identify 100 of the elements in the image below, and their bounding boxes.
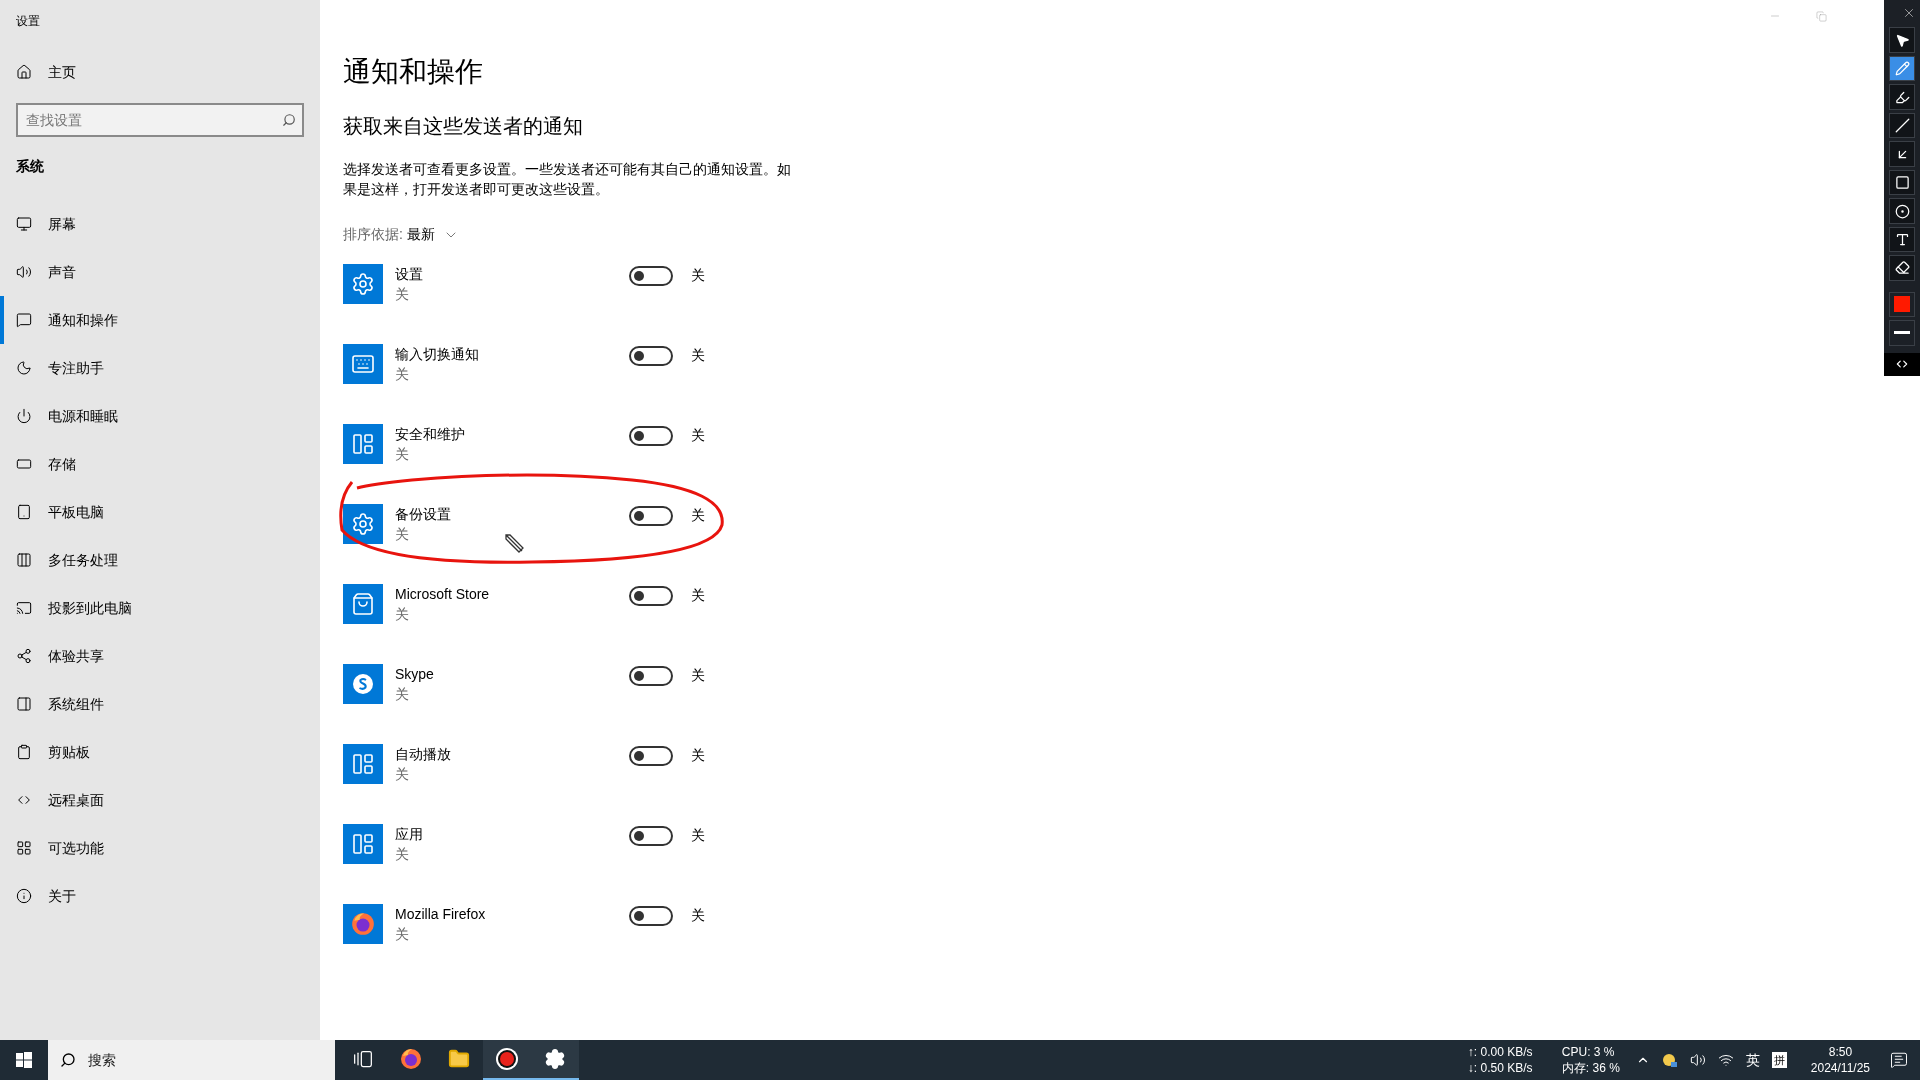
sidebar-nav-item[interactable]: 关于: [0, 872, 320, 920]
toggle-state-label: 关: [691, 426, 705, 445]
sidebar-nav-item[interactable]: 体验共享: [0, 632, 320, 680]
shopping-bag-icon: [351, 592, 375, 616]
toggle-switch[interactable]: [629, 825, 673, 846]
ime-mode-button[interactable]: 拼: [1771, 1052, 1787, 1068]
sort-label: 排序依据:: [343, 225, 403, 244]
taskbar-app-button[interactable]: [483, 1040, 531, 1080]
sender-status: 关: [395, 525, 409, 544]
ime-language-button[interactable]: 英: [1745, 1049, 1760, 1071]
sender-name: Mozilla Firefox: [395, 905, 486, 924]
color-swatch-button[interactable]: [1889, 291, 1915, 318]
highlighter-icon: [1894, 89, 1910, 105]
toggle-switch[interactable]: [629, 265, 673, 286]
toggle-state-label: 关: [691, 666, 705, 685]
section-heading: 系统: [16, 157, 44, 176]
taskbar-search-field[interactable]: 搜索: [48, 1040, 335, 1080]
speech-bubble-icon: [16, 312, 32, 328]
gear-icon: [351, 272, 375, 296]
tablet-icon: [16, 504, 32, 520]
sidebar-nav-item[interactable]: 投影到此电脑: [0, 584, 320, 632]
sender-name: 安全和维护: [395, 425, 465, 444]
cpu-usage: CPU: 3 %: [1561, 1044, 1616, 1060]
sidebar-nav-item[interactable]: 声音: [0, 248, 320, 296]
sort-dropdown[interactable]: 排序依据: 最新: [343, 224, 459, 245]
restore-icon: [1815, 10, 1827, 22]
power-icon: [16, 408, 32, 424]
window-panes-icon: [351, 432, 375, 456]
text-icon: [1894, 232, 1910, 247]
moon-icon: [16, 360, 32, 376]
toggle-switch[interactable]: [629, 745, 673, 766]
sidebar-nav-item[interactable]: 专注助手: [0, 344, 320, 392]
annotation-tool-button[interactable]: [1889, 27, 1915, 53]
toggle-switch[interactable]: [629, 905, 673, 926]
toggle-switch[interactable]: [629, 505, 673, 526]
sidebar-nav-item[interactable]: 存储: [0, 440, 320, 488]
clipboard-icon: [16, 744, 32, 760]
toggle-switch[interactable]: [629, 665, 673, 686]
speaker-icon: [16, 264, 32, 280]
sender-status: 关: [395, 685, 409, 704]
sidebar-nav-item[interactable]: 通知和操作: [0, 296, 320, 344]
sidebar-nav-item[interactable]: 平板电脑: [0, 488, 320, 536]
page-title: 通知和操作: [343, 55, 483, 89]
sidebar-nav-item[interactable]: 可选功能: [0, 824, 320, 872]
clock[interactable]: 8:50 2024/11/25: [1802, 1044, 1878, 1076]
sender-status: 关: [395, 765, 409, 784]
home-nav-item[interactable]: 主页: [0, 48, 320, 96]
windows-logo-icon: [16, 1052, 32, 1068]
toggle-state-label: 关: [691, 906, 705, 925]
sender-status: 关: [395, 845, 409, 864]
info-icon: [16, 888, 32, 904]
folder-icon: [448, 1048, 470, 1070]
firefox-logo-icon: [399, 1047, 423, 1071]
annotation-tool-button[interactable]: [1889, 84, 1915, 110]
pencil-cursor-icon: [503, 532, 525, 554]
sidebar-nav-item[interactable]: 剪贴板: [0, 728, 320, 776]
monitor-icon: [16, 216, 32, 232]
toggle-switch[interactable]: [629, 345, 673, 366]
toggle-state-label: 关: [691, 266, 705, 285]
annotation-tool-button[interactable]: [1889, 255, 1915, 281]
pencil-icon: [1894, 61, 1910, 77]
search-icon: [282, 113, 296, 127]
sidebar-nav-item[interactable]: 多任务处理: [0, 536, 320, 584]
sender-name: 自动播放: [395, 745, 451, 764]
sender-name: Skype: [395, 665, 434, 684]
annotation-tool-button[interactable]: [1889, 198, 1915, 224]
window-panes-icon: [351, 752, 375, 776]
section-subtitle: 获取来自这些发送者的通知: [343, 115, 583, 137]
share-icon: [16, 648, 32, 664]
search-field[interactable]: 查找设置: [16, 103, 304, 137]
taskbar-app-button[interactable]: [531, 1040, 579, 1080]
sidebar-nav-item[interactable]: 远程桌面: [0, 776, 320, 824]
search-icon: [60, 1052, 76, 1068]
annotation-tool-button[interactable]: [1889, 55, 1915, 82]
expand-toolbar-button[interactable]: [1884, 352, 1920, 377]
record-icon: [495, 1047, 519, 1071]
sidebar-nav-item[interactable]: 系统组件: [0, 680, 320, 728]
toggle-state-label: 关: [691, 746, 705, 765]
annotation-tool-button[interactable]: [1889, 226, 1915, 253]
sidebar-nav-item[interactable]: 电源和睡眠: [0, 392, 320, 440]
toggle-state-label: 关: [691, 346, 705, 365]
annotation-tool-button[interactable]: [1889, 141, 1915, 167]
gear-icon: [351, 512, 375, 536]
annotation-tool-button[interactable]: [1889, 169, 1915, 196]
speaker-icon[interactable]: [1689, 1052, 1706, 1068]
sender-name: 输入切换通知: [395, 345, 479, 364]
line-width-button[interactable]: [1889, 320, 1915, 346]
toggle-switch[interactable]: [629, 585, 673, 606]
tray-app-icon[interactable]: [1661, 1052, 1678, 1068]
upload-speed: ↑: 0.00 KB/s: [1467, 1044, 1534, 1060]
keyboard-icon: [351, 352, 375, 376]
sender-name: Microsoft Store: [395, 585, 490, 604]
window-title: 设置: [16, 14, 40, 28]
gear-icon: [544, 1048, 566, 1070]
description-text: 选择发送者可查看更多设置。一些发送者还可能有其自己的通知设置。如果是这样，打开发送者即可更改这些设置。: [343, 160, 792, 199]
sidebar-nav-item[interactable]: 屏幕: [0, 200, 320, 248]
wifi-icon[interactable]: [1717, 1052, 1734, 1068]
notification-icon[interactable]: [1890, 1051, 1908, 1069]
sender-status: 关: [395, 285, 409, 304]
toggle-switch[interactable]: [629, 425, 673, 446]
